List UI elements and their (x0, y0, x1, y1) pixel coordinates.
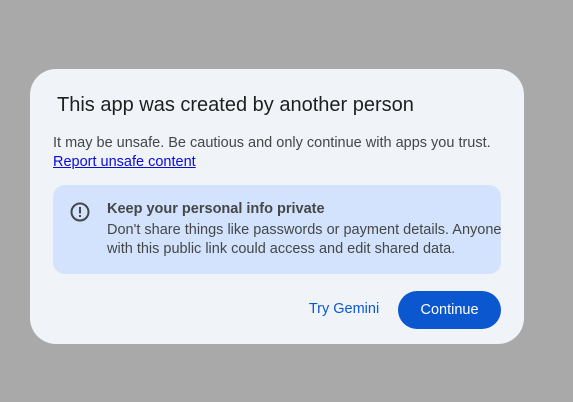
info-text-line: Don't share things like passwords or pay… (107, 222, 502, 238)
warning-dialog: This app was created by another person I… (30, 69, 524, 344)
modal-backdrop: This app was created by another person I… (0, 0, 573, 402)
report-unsafe-content-link[interactable]: Report unsafe content (53, 153, 196, 172)
continue-button[interactable]: Continue (398, 291, 501, 329)
info-heading: Keep your personal info private (107, 201, 325, 217)
try-gemini-button[interactable]: Try Gemini (300, 291, 388, 327)
dialog-body-text: It may be unsafe. Be cautious and only c… (53, 135, 491, 151)
info-text-line: with this public link could access and e… (107, 241, 456, 257)
dialog-title: This app was created by another person (57, 94, 414, 116)
exclamation-circle-icon (70, 202, 90, 222)
privacy-info-box: Keep your personal info private Don't sh… (53, 185, 501, 274)
info-text: Don't share things like passwords or pay… (107, 221, 502, 259)
